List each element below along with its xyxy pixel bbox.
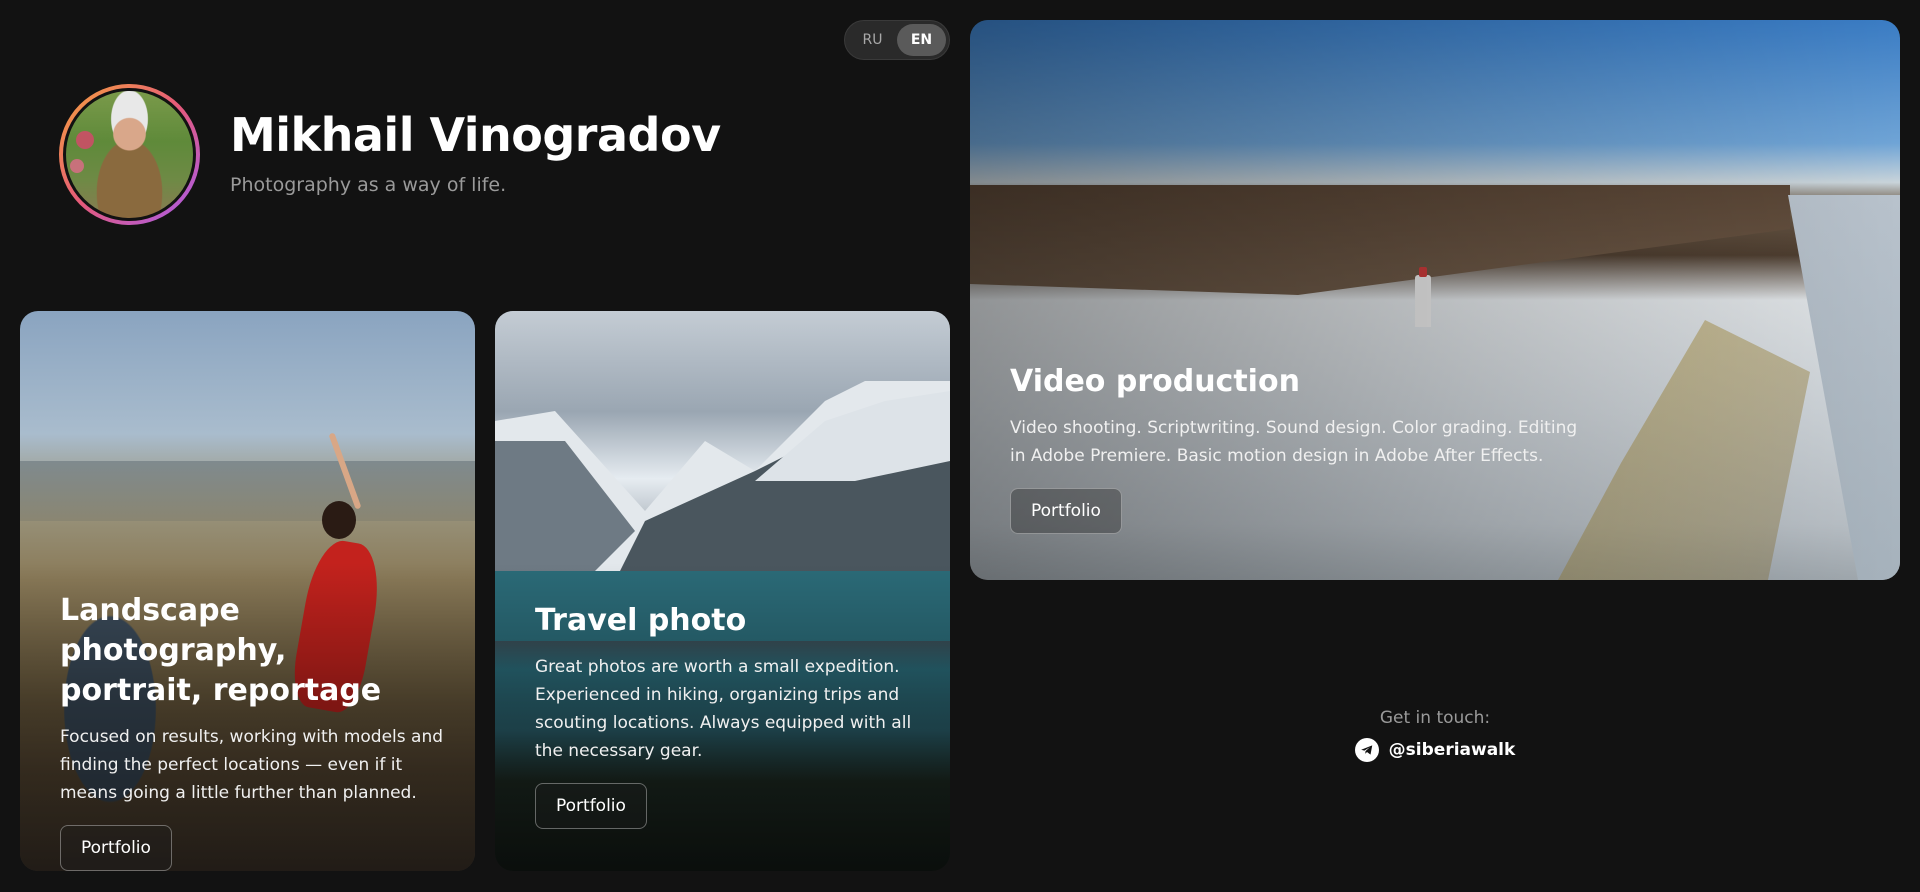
- card-video-content: Video production Video shooting. Scriptw…: [1010, 362, 1610, 534]
- card-desc-line: means going a little further than planne…: [60, 783, 417, 803]
- portfolio-button-landscape[interactable]: Portfolio: [60, 825, 172, 871]
- language-switch: RU EN: [844, 20, 950, 60]
- card-landscape: Landscape photography, portrait, reporta…: [20, 311, 475, 871]
- card-desc-line: the necessary gear.: [535, 741, 703, 761]
- avatar-photo: [63, 88, 196, 221]
- card-landscape-title: Landscape photography, portrait, reporta…: [60, 591, 460, 711]
- card-travel-content: Travel photo Great photos are worth a sm…: [535, 601, 935, 829]
- avatar: [59, 84, 200, 225]
- card-landscape-description: Focused on results, working with models …: [60, 723, 460, 807]
- card-video-description: Video shooting. Scriptwriting. Sound des…: [1010, 414, 1610, 470]
- card-video: Video production Video shooting. Scriptw…: [970, 20, 1900, 580]
- card-desc-line: finding the perfect locations — even if …: [60, 755, 403, 775]
- card-landscape-content: Landscape photography, portrait, reporta…: [60, 591, 460, 871]
- card-desc-line: scouting locations. Always equipped with…: [535, 713, 912, 733]
- portfolio-button-video[interactable]: Portfolio: [1010, 488, 1122, 534]
- card-travel: Travel photo Great photos are worth a sm…: [495, 311, 950, 871]
- portfolio-button-travel[interactable]: Portfolio: [535, 783, 647, 829]
- telegram-handle: @siberiawalk: [1388, 740, 1516, 760]
- card-travel-title: Travel photo: [535, 603, 747, 638]
- card-desc-line: Video shooting. Scriptwriting. Sound des…: [1010, 418, 1578, 438]
- card-desc-line: Great photos are worth a small expeditio…: [535, 657, 900, 677]
- tagline: Photography as a way of life.: [230, 174, 507, 196]
- lang-ru-button[interactable]: RU: [848, 24, 897, 56]
- card-travel-description: Great photos are worth a small expeditio…: [535, 653, 935, 765]
- card-desc-line: Experienced in hiking, organizing trips …: [535, 685, 900, 705]
- card-title-line: Landscape photography,: [60, 593, 287, 668]
- page-title: Mikhail Vinogradov: [230, 108, 721, 162]
- telegram-link[interactable]: @siberiawalk: [1354, 738, 1516, 762]
- card-title-line: portrait, reportage: [60, 673, 382, 708]
- card-desc-line: in Adobe Premiere. Basic motion design i…: [1010, 446, 1544, 466]
- lang-en-button[interactable]: EN: [897, 24, 946, 56]
- card-desc-line: Focused on results, working with models …: [60, 727, 444, 747]
- contact-section: Get in touch: @siberiawalk: [1285, 708, 1585, 762]
- page: RU EN Mikhail Vinogradov Photography as …: [0, 0, 1920, 892]
- contact-label: Get in touch:: [1379, 708, 1491, 728]
- telegram-icon: [1354, 738, 1379, 762]
- card-video-title: Video production: [1010, 364, 1300, 399]
